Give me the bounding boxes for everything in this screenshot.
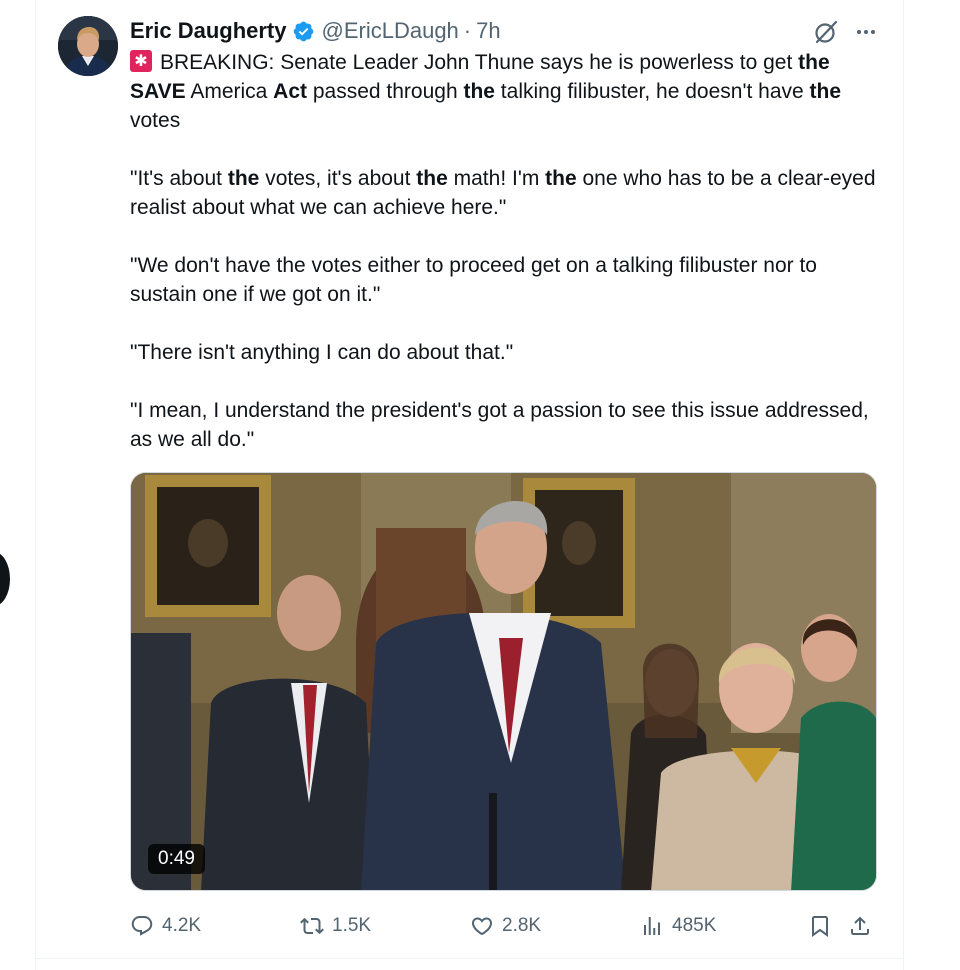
bold-text-segment: Act bbox=[273, 80, 308, 103]
repost-button[interactable]: 1.5K bbox=[300, 906, 371, 946]
text-segment: "I mean, I understand the president's go… bbox=[130, 399, 869, 451]
reply-count: 4.2K bbox=[162, 915, 202, 936]
bold-text-segment: SAVE bbox=[130, 80, 186, 103]
like-count: 2.8K bbox=[502, 915, 542, 936]
bold-text-segment: the bbox=[463, 80, 495, 103]
video-thumbnail bbox=[131, 473, 876, 890]
bold-text-segment: the bbox=[416, 167, 448, 190]
bookmark-icon bbox=[812, 916, 828, 937]
tweet-paragraph: "It's about the votes, it's about the ma… bbox=[130, 164, 880, 222]
bold-text-segment: the bbox=[798, 51, 830, 74]
share-icon bbox=[851, 916, 869, 935]
text-segment: "It's about bbox=[130, 167, 228, 190]
text-segment: BREAKING: Senate Leader John Thune says … bbox=[160, 51, 799, 74]
grok-icon[interactable] bbox=[812, 18, 840, 46]
tweet-text: BREAKING: Senate Leader John Thune says … bbox=[130, 48, 880, 454]
text-segment: votes bbox=[130, 109, 181, 132]
header-separator: · bbox=[463, 18, 472, 43]
text-segment: passed through bbox=[307, 80, 464, 103]
text-segment: "There isn't anything I can do about tha… bbox=[130, 341, 514, 364]
bookmark-button[interactable] bbox=[808, 906, 832, 946]
timeline-left-border bbox=[35, 0, 36, 970]
video-duration-badge: 0:49 bbox=[148, 844, 205, 874]
text-segment: "We don't have the votes either to proce… bbox=[130, 254, 817, 306]
text-segment: math! I'm bbox=[447, 167, 546, 190]
verified-badge-icon[interactable] bbox=[292, 20, 315, 43]
tweet-timestamp[interactable]: 7h bbox=[476, 18, 500, 44]
views-icon bbox=[644, 917, 660, 935]
views-count: 485K bbox=[672, 915, 717, 936]
tweet-bottom-divider bbox=[35, 958, 904, 959]
repost-icon bbox=[300, 917, 324, 935]
tweet-paragraph: "We don't have the votes either to proce… bbox=[130, 251, 880, 309]
bold-text-segment: the bbox=[227, 167, 260, 190]
share-button[interactable] bbox=[848, 906, 872, 946]
like-button[interactable]: 2.8K bbox=[470, 906, 541, 946]
tweet-paragraph: "I mean, I understand the president's go… bbox=[130, 396, 880, 454]
bold-text-segment: the bbox=[545, 167, 577, 190]
offscreen-element bbox=[0, 552, 10, 606]
views-button[interactable]: 485K bbox=[640, 906, 716, 946]
more-icon[interactable] bbox=[852, 18, 880, 46]
like-icon bbox=[471, 917, 493, 936]
text-segment: votes, it's about bbox=[259, 167, 417, 190]
video-player[interactable] bbox=[130, 472, 877, 891]
bold-text-segment: the bbox=[809, 80, 842, 103]
author-avatar[interactable] bbox=[58, 16, 118, 76]
timeline-right-border bbox=[903, 0, 904, 970]
repost-count: 1.5K bbox=[332, 915, 372, 936]
text-segment: America bbox=[185, 80, 274, 103]
tweet-header: Eric Daugherty @EricLDaugh · 7h bbox=[130, 14, 501, 48]
reply-button[interactable]: 4.2K bbox=[130, 906, 201, 946]
text-segment: talking filibuster, he doesn't have bbox=[494, 80, 810, 103]
reply-icon bbox=[131, 916, 153, 936]
author-handle[interactable]: @EricLDaugh bbox=[322, 18, 459, 44]
tweet-paragraph: BREAKING: Senate Leader John Thune says … bbox=[130, 48, 880, 135]
tweet-paragraph: "There isn't anything I can do about tha… bbox=[130, 338, 880, 367]
rotating-light-emoji bbox=[130, 50, 152, 72]
author-name[interactable]: Eric Daugherty bbox=[130, 18, 287, 44]
tweet-actions-bar: 4.2K 1.5K 2.8K 485K bbox=[130, 906, 880, 946]
